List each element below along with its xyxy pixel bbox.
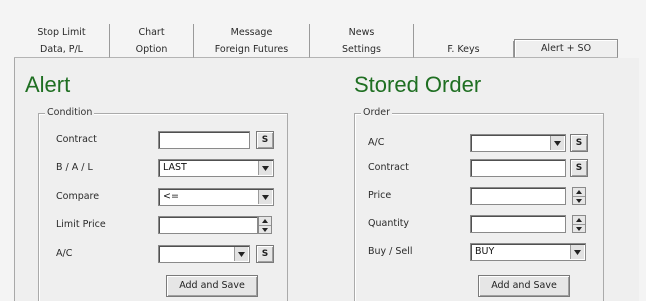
- buy-sell-select[interactable]: BUY: [470, 243, 586, 261]
- compare-value: <=: [163, 191, 179, 202]
- tab-chart[interactable]: Chart: [110, 24, 194, 41]
- biasl-label: B / A / L: [56, 162, 93, 173]
- chevron-down-icon[interactable]: [570, 245, 584, 259]
- biasl-select[interactable]: LAST: [158, 159, 274, 177]
- biasl-value: LAST: [163, 162, 187, 173]
- tab-stop-limit[interactable]: Stop Limit: [14, 24, 110, 41]
- stepper-up-icon[interactable]: [259, 217, 271, 225]
- window: Stop Limit Chart Message News Data, P/L …: [0, 0, 646, 301]
- order-ac-search-button[interactable]: S: [570, 134, 588, 152]
- buy-sell-label: Buy / Sell: [368, 246, 413, 257]
- limit-price-input[interactable]: [158, 216, 258, 234]
- chevron-down-icon[interactable]: [258, 190, 272, 204]
- alert-title: Alert: [25, 72, 71, 97]
- stored-order-title: Stored Order: [354, 72, 482, 97]
- quantity-input[interactable]: [470, 215, 566, 233]
- alert-ac-search-button[interactable]: S: [256, 245, 274, 263]
- price-input[interactable]: [470, 187, 566, 205]
- quantity-label: Quantity: [368, 218, 410, 229]
- quantity-stepper[interactable]: [572, 215, 586, 233]
- tab-option[interactable]: Option: [110, 41, 194, 58]
- limit-price-stepper[interactable]: [258, 216, 272, 234]
- order-ac-select[interactable]: [470, 134, 566, 152]
- alert-ac-label: A/C: [56, 248, 73, 259]
- stepper-down-icon[interactable]: [259, 225, 271, 234]
- tab-f-keys[interactable]: F. Keys: [414, 41, 514, 58]
- chevron-down-icon[interactable]: [258, 161, 272, 175]
- price-stepper[interactable]: [572, 187, 586, 205]
- tab-alert-so[interactable]: Alert + SO: [514, 39, 618, 58]
- tab-news[interactable]: News: [310, 24, 414, 41]
- condition-group-label: Condition: [45, 107, 95, 118]
- compare-select[interactable]: <=: [158, 188, 274, 206]
- chevron-down-icon[interactable]: [550, 136, 564, 150]
- order-contract-input[interactable]: [470, 159, 566, 177]
- buy-sell-value: BUY: [475, 246, 495, 257]
- tab-data-pl[interactable]: Data, P/L: [14, 41, 110, 58]
- order-contract-search-button[interactable]: S: [570, 159, 588, 177]
- stepper-down-icon[interactable]: [573, 224, 585, 233]
- stepper-up-icon[interactable]: [573, 188, 585, 196]
- alert-contract-search-button[interactable]: S: [256, 131, 274, 149]
- order-group-label: Order: [361, 107, 392, 118]
- limit-price-label: Limit Price: [56, 219, 106, 230]
- order-contract-label: Contract: [368, 162, 409, 173]
- chevron-down-icon[interactable]: [234, 247, 248, 261]
- compare-label: Compare: [56, 191, 100, 202]
- order-add-and-save-button[interactable]: Add and Save: [478, 275, 570, 297]
- tab-foreign-futures[interactable]: Foreign Futures: [194, 41, 310, 58]
- alert-contract-input[interactable]: [158, 131, 250, 149]
- alert-ac-select[interactable]: [158, 245, 250, 263]
- stepper-up-icon[interactable]: [573, 216, 585, 224]
- contract-label: Contract: [56, 134, 97, 145]
- tab-settings[interactable]: Settings: [310, 41, 414, 58]
- order-ac-label: A/C: [368, 137, 385, 148]
- alert-add-and-save-button[interactable]: Add and Save: [166, 275, 258, 297]
- stepper-down-icon[interactable]: [573, 196, 585, 205]
- price-label: Price: [368, 190, 392, 201]
- tab-message[interactable]: Message: [194, 24, 310, 41]
